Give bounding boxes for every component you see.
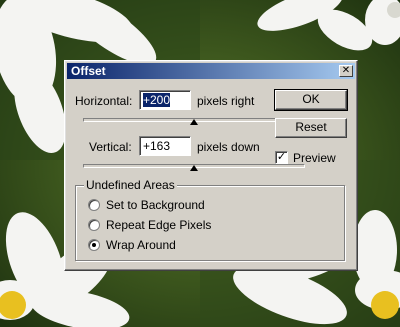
radio-wrap-around[interactable]: [88, 239, 100, 251]
close-icon[interactable]: ✕: [339, 65, 353, 77]
dialog-title: Offset: [71, 64, 106, 78]
horizontal-label: Horizontal:: [75, 94, 133, 108]
horizontal-slider-thumb[interactable]: [190, 119, 198, 125]
preview-label: Preview: [293, 151, 336, 165]
vertical-input[interactable]: +163: [139, 136, 191, 156]
horizontal-value: +200: [143, 93, 171, 107]
radio-selected-dot: [92, 243, 96, 247]
ok-button[interactable]: OK: [274, 89, 348, 111]
offset-dialog: Offset ✕ Horizontal: +200 pixels right V…: [64, 60, 358, 271]
undefined-areas-title: Undefined Areas: [84, 178, 177, 192]
reset-button[interactable]: Reset: [275, 118, 347, 138]
title-bar[interactable]: Offset ✕: [67, 63, 355, 79]
horizontal-unit: pixels right: [197, 94, 255, 108]
radio-set-to-background[interactable]: [88, 199, 100, 211]
undefined-areas-group: Undefined Areas Set to Background Repeat…: [75, 178, 345, 261]
vertical-slider-thumb[interactable]: [190, 165, 198, 171]
preview-checkbox[interactable]: ✓: [275, 151, 288, 164]
option-repeat-edge-pixels: Repeat Edge Pixels: [106, 218, 212, 232]
vertical-label: Vertical:: [89, 140, 132, 154]
option-wrap-around: Wrap Around: [106, 238, 176, 252]
horizontal-slider[interactable]: [83, 116, 305, 128]
option-set-to-background: Set to Background: [106, 198, 205, 212]
horizontal-input[interactable]: +200: [139, 90, 191, 110]
radio-repeat-edge-pixels[interactable]: [88, 219, 100, 231]
vertical-unit: pixels down: [197, 140, 260, 154]
vertical-value: +163: [143, 139, 171, 153]
vertical-slider[interactable]: [83, 162, 305, 174]
